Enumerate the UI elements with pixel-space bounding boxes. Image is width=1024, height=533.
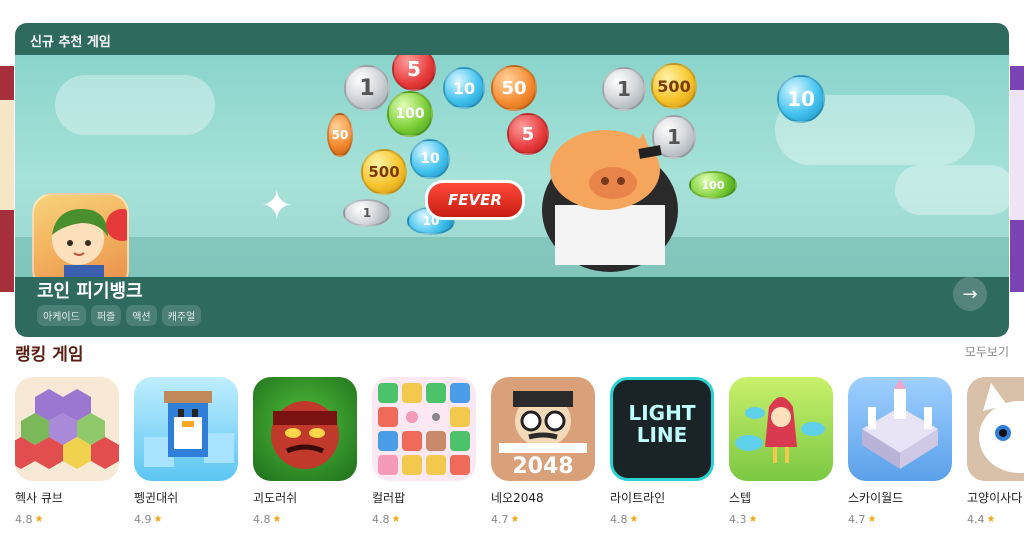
game-name: 괴도러쉬	[253, 491, 298, 505]
coin-7: 100	[387, 91, 433, 137]
coin-5: 1	[602, 67, 646, 111]
rating-value: 4.8	[610, 513, 628, 526]
star-icon: ★	[629, 514, 639, 525]
rating-value: 4.8	[372, 513, 390, 526]
star-icon: ★	[510, 514, 520, 525]
tag-chip[interactable]: 액션	[126, 305, 157, 326]
coin-13: 1	[343, 199, 391, 227]
star-icon: ★	[34, 514, 44, 525]
coin-15: 100	[689, 171, 737, 199]
game-name: 네오2048	[491, 491, 544, 505]
game-name: 고양이사다	[967, 491, 1023, 505]
game-rating: 4.8 ★	[253, 513, 357, 526]
sparkle-icon: ✦	[260, 183, 294, 229]
coin-10: 50	[327, 113, 353, 157]
game-icon[interactable]: LIGHT LINE	[610, 377, 714, 481]
game-card-neo-2048[interactable]: 2048 네오2048 4.7 ★	[491, 377, 595, 527]
rating-value: 4.9	[134, 513, 152, 526]
game-rating: 4.7 ★	[848, 513, 952, 526]
rating-value: 4.4	[967, 513, 985, 526]
game-rating: 4.7 ★	[491, 513, 595, 526]
game-rating: 4.9 ★	[134, 513, 238, 526]
game-icon[interactable]	[729, 377, 833, 481]
featured-game-open-button[interactable]: →	[953, 277, 987, 311]
game-icon[interactable]	[372, 377, 476, 481]
star-icon: ★	[153, 514, 163, 525]
coin-12: 10	[410, 139, 450, 179]
tag-chip[interactable]: 아케이드	[37, 305, 86, 326]
game-icon-text: LIGHT LINE	[628, 401, 696, 447]
fever-button-art: FEVER	[425, 180, 525, 220]
ranking-game-list: 헥사 큐브 4.8 ★ 펭귄대쉬 4.9 ★ 괴도러쉬 4.8 ★ 컬러팝 4.…	[15, 377, 1024, 527]
game-card-color-pop[interactable]: 컬러팝 4.8 ★	[372, 377, 476, 527]
game-icon[interactable]	[967, 377, 1024, 481]
tag-chip[interactable]: 캐주얼	[161, 305, 202, 326]
see-all-link[interactable]: 모두보기	[965, 343, 1009, 360]
featured-game-tags: 아케이드 퍼즐 액션 캐주얼	[37, 305, 202, 326]
coin-3: 10	[443, 67, 485, 109]
star-icon: ★	[986, 514, 996, 525]
game-name: 라이트라인	[610, 491, 666, 505]
game-card-hexa-cube[interactable]: 헥사 큐브 4.8 ★	[15, 377, 119, 527]
coin-4: 50	[491, 65, 537, 111]
coin-2: 5	[392, 55, 436, 91]
game-card-cat-ladder[interactable]: 고양이사다 4.4 ★	[967, 377, 1024, 527]
star-icon: ★	[867, 514, 877, 525]
game-card-phantom-rush[interactable]: 괴도러쉬 4.8 ★	[253, 377, 357, 527]
piggy-bank-character	[542, 130, 678, 272]
game-icon[interactable]	[134, 377, 238, 481]
coin-6: 500	[651, 63, 697, 109]
game-card-penguin-dash[interactable]: 펭귄대쉬 4.9 ★	[134, 377, 238, 527]
game-name: 스카이월드	[848, 491, 904, 505]
game-rating: 4.4 ★	[967, 513, 1024, 526]
rating-value: 4.8	[253, 513, 271, 526]
featured-game-app-icon[interactable]	[32, 193, 129, 277]
ranking-section-title: 랭킹 게임	[15, 345, 84, 365]
game-rating: 4.8 ★	[372, 513, 476, 526]
featured-game-title[interactable]: 코인 피기뱅크	[37, 277, 143, 303]
game-rating: 4.8 ★	[610, 513, 714, 526]
featured-game-info: 코인 피기뱅크 아케이드 퍼즐 액션 캐주얼 →	[15, 277, 1009, 337]
tag-chip[interactable]: 퍼즐	[90, 305, 122, 326]
game-card-step[interactable]: 스텝 4.3 ★	[729, 377, 833, 527]
game-rating: 4.3 ★	[729, 513, 833, 526]
game-icon[interactable]	[253, 377, 357, 481]
game-icon[interactable]	[848, 377, 952, 481]
game-name: 헥사 큐브	[15, 491, 63, 505]
rating-value: 4.7	[491, 513, 509, 526]
featured-game-banner-art: ✦ 1 5 10 50 1 500 100 5 1 50 500 10 1 10…	[15, 55, 1009, 277]
featured-game-card[interactable]: 신규 추천 게임 ✦ 1 5 10 50 1 500 100 5 1 50 50…	[15, 23, 1009, 337]
carousel-next-card-peek[interactable]	[1010, 66, 1024, 292]
coin-11: 500	[361, 149, 407, 195]
game-name: 컬러팝	[372, 491, 406, 505]
game-icon-text: 2048	[512, 454, 574, 479]
rating-value: 4.3	[729, 513, 747, 526]
game-name: 펭귄대쉬	[134, 491, 179, 505]
game-rating: 4.8 ★	[15, 513, 119, 526]
coin-16: 10	[777, 75, 825, 123]
game-icon[interactable]	[15, 377, 119, 481]
rating-value: 4.8	[15, 513, 33, 526]
featured-section-label: 신규 추천 게임	[30, 35, 111, 50]
game-name: 스텝	[729, 491, 752, 505]
rating-value: 4.7	[848, 513, 866, 526]
star-icon: ★	[391, 514, 401, 525]
game-card-sky-world[interactable]: 스카이월드 4.7 ★	[848, 377, 952, 527]
carousel-prev-card-peek[interactable]	[0, 66, 14, 292]
star-icon: ★	[748, 514, 758, 525]
game-card-light-line[interactable]: LIGHT LINE 라이트라인 4.8 ★	[610, 377, 714, 527]
coin-1: 1	[344, 65, 390, 111]
star-icon: ★	[272, 514, 282, 525]
arrow-right-icon: →	[962, 283, 978, 305]
game-icon[interactable]: 2048	[491, 377, 595, 481]
